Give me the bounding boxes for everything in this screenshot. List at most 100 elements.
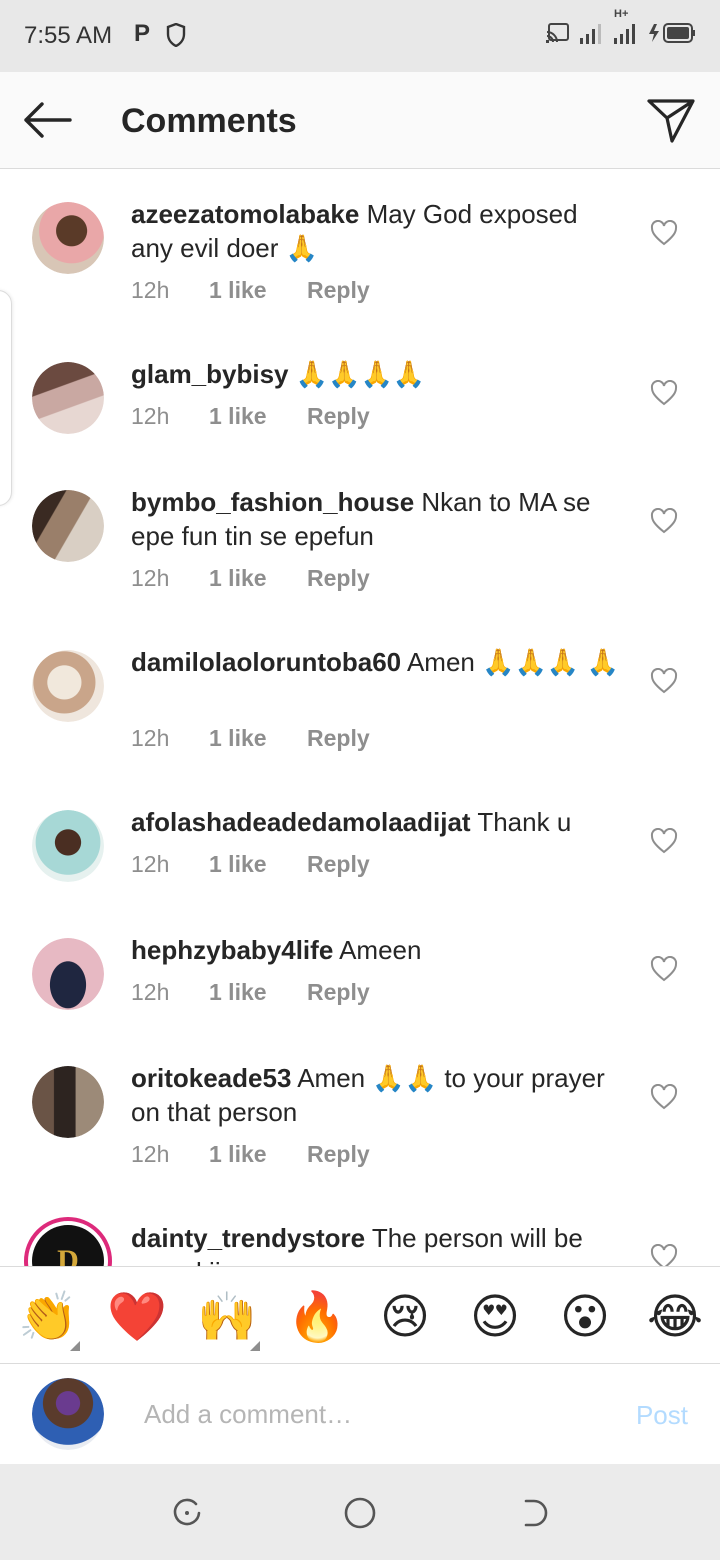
comment-input[interactable] — [144, 1394, 584, 1434]
back-button[interactable] — [22, 100, 74, 140]
comment-text: damilolaoloruntoba60 Amen 🙏🙏🙏 🙏 — [131, 645, 621, 679]
comment-likes[interactable]: 1 like — [209, 403, 307, 430]
comment-username[interactable]: azeezatomolabake — [131, 199, 359, 229]
signal-icon — [580, 22, 604, 49]
signal-hplus-icon: H+ — [614, 8, 638, 49]
avatar[interactable] — [32, 938, 104, 1010]
back-nav-icon[interactable] — [516, 1496, 550, 1530]
reply-button[interactable]: Reply — [307, 851, 370, 878]
comment-username[interactable]: damilolaoloruntoba60 — [131, 647, 401, 677]
heart-eyes-emoji[interactable]: 😍 — [467, 1289, 523, 1345]
my-avatar — [32, 1378, 104, 1450]
like-heart-icon[interactable] — [650, 955, 678, 982]
crying-face-emoji[interactable]: 😢 — [377, 1289, 433, 1345]
cast-icon — [546, 22, 570, 49]
comment-text: oritokeade53 Amen 🙏🙏 to your prayer on t… — [131, 1061, 621, 1129]
battery-charging-icon — [648, 22, 696, 49]
avatar[interactable] — [32, 650, 104, 722]
reply-button[interactable]: Reply — [307, 979, 370, 1006]
comment-input-bar: Post — [0, 1364, 720, 1464]
comment-likes[interactable]: 1 like — [209, 565, 307, 592]
surprised-face-emoji[interactable]: 😮 — [557, 1289, 613, 1345]
network-type: H+ — [614, 8, 629, 20]
comment-meta: 12h 1 like Reply — [131, 851, 370, 878]
comment-text: glam_bybisy 🙏🙏🙏🙏 — [131, 357, 621, 391]
direct-message-button[interactable] — [646, 96, 696, 144]
avatar[interactable] — [32, 1066, 104, 1138]
reply-button[interactable]: Reply — [307, 565, 370, 592]
page-title: Comments — [121, 102, 297, 140]
comment-likes[interactable]: 1 like — [209, 851, 307, 878]
back-arrow-icon — [24, 102, 72, 138]
comment-likes[interactable]: 1 like — [209, 1141, 307, 1168]
comment-meta: 12h 1 like Reply — [131, 403, 370, 430]
comment-meta: 12h 1 like Reply — [131, 725, 370, 752]
like-heart-icon[interactable] — [650, 1243, 678, 1266]
more-variants-indicator — [250, 1341, 260, 1351]
comment-message: Ameen — [339, 935, 422, 965]
comment-meta: 12h 1 like Reply — [131, 565, 370, 592]
clapping-hands-emoji[interactable]: 👏 — [18, 1289, 78, 1345]
header: Comments — [0, 72, 720, 169]
reply-button[interactable]: Reply — [307, 725, 370, 752]
comment-message: 🙏🙏🙏🙏 — [295, 359, 426, 389]
reply-button[interactable]: Reply — [307, 403, 370, 430]
comment-username[interactable]: glam_bybisy — [131, 359, 289, 389]
avatar[interactable] — [32, 202, 104, 274]
dainty-logo: D — [57, 1244, 79, 1266]
recents-icon[interactable] — [170, 1496, 204, 1530]
comment-username[interactable]: afolashadeadedamolaadijat — [131, 807, 471, 837]
comment-time: 12h — [131, 851, 170, 877]
comment-likes[interactable]: 1 like — [209, 725, 307, 752]
comment-likes[interactable]: 1 like — [209, 277, 307, 304]
emoji-quick-bar: 👏 ❤️ 🙌 🔥 😢 😍 😮 😂 — [0, 1266, 720, 1364]
comment-time: 12h — [131, 979, 170, 1005]
avatar-with-story-ring[interactable]: D — [24, 1217, 112, 1266]
comment-username[interactable]: oritokeade53 — [131, 1063, 291, 1093]
system-nav-bar — [0, 1464, 720, 1560]
avatar[interactable] — [32, 490, 104, 562]
comment-meta: 12h 1 like Reply — [131, 1141, 370, 1168]
comment-text: hephzybaby4life Ameen — [131, 933, 621, 967]
comment-text: afolashadeadedamolaadijat Thank u — [131, 805, 621, 839]
comments-list[interactable]: azeezatomolabake May God exposed any evi… — [0, 169, 720, 1266]
like-heart-icon[interactable] — [650, 379, 678, 406]
parking-icon: P — [134, 20, 151, 47]
comment-likes[interactable]: 1 like — [209, 979, 307, 1006]
like-heart-icon[interactable] — [650, 219, 678, 246]
reply-button[interactable]: Reply — [307, 1141, 370, 1168]
comment-text: bymbo_fashion_house Nkan to MA se epe fu… — [131, 485, 621, 553]
status-time: 7:55 AM — [24, 22, 113, 49]
comment-time: 12h — [131, 565, 170, 591]
comment-username[interactable]: dainty_trendystore — [131, 1223, 365, 1253]
comment-meta: 12h 1 like Reply — [131, 277, 370, 304]
shield-icon — [166, 22, 186, 52]
avatar[interactable] — [32, 810, 104, 882]
home-circle-icon[interactable] — [343, 1496, 377, 1530]
comment-time: 12h — [131, 725, 170, 751]
fire-emoji[interactable]: 🔥 — [287, 1289, 347, 1345]
status-bar: 7:55 AM P H+ — [0, 0, 720, 72]
comment-username[interactable]: bymbo_fashion_house — [131, 487, 414, 517]
reply-button[interactable]: Reply — [307, 277, 370, 304]
tears-of-joy-emoji[interactable]: 😂 — [647, 1289, 703, 1345]
more-variants-indicator — [70, 1341, 80, 1351]
comment-time: 12h — [131, 1141, 170, 1167]
red-heart-emoji[interactable]: ❤️ — [107, 1289, 167, 1345]
post-button[interactable]: Post — [636, 1400, 688, 1431]
raising-hands-emoji[interactable]: 🙌 — [197, 1289, 257, 1345]
like-heart-icon[interactable] — [650, 667, 678, 694]
comment-text: azeezatomolabake May God exposed any evi… — [131, 197, 621, 265]
paper-plane-icon — [647, 99, 695, 143]
comment-username[interactable]: hephzybaby4life — [131, 935, 333, 965]
comment-text: dainty_trendystore The person will be re… — [131, 1221, 621, 1266]
status-icons: H+ — [546, 8, 696, 49]
comment-meta: 12h 1 like Reply — [131, 979, 370, 1006]
comment-message: Amen 🙏🙏🙏 🙏 — [406, 647, 619, 677]
comment-message: Thank u — [477, 807, 572, 837]
like-heart-icon[interactable] — [650, 1083, 678, 1110]
like-heart-icon[interactable] — [650, 827, 678, 854]
comment-time: 12h — [131, 277, 170, 303]
like-heart-icon[interactable] — [650, 507, 678, 534]
avatar[interactable] — [32, 362, 104, 434]
